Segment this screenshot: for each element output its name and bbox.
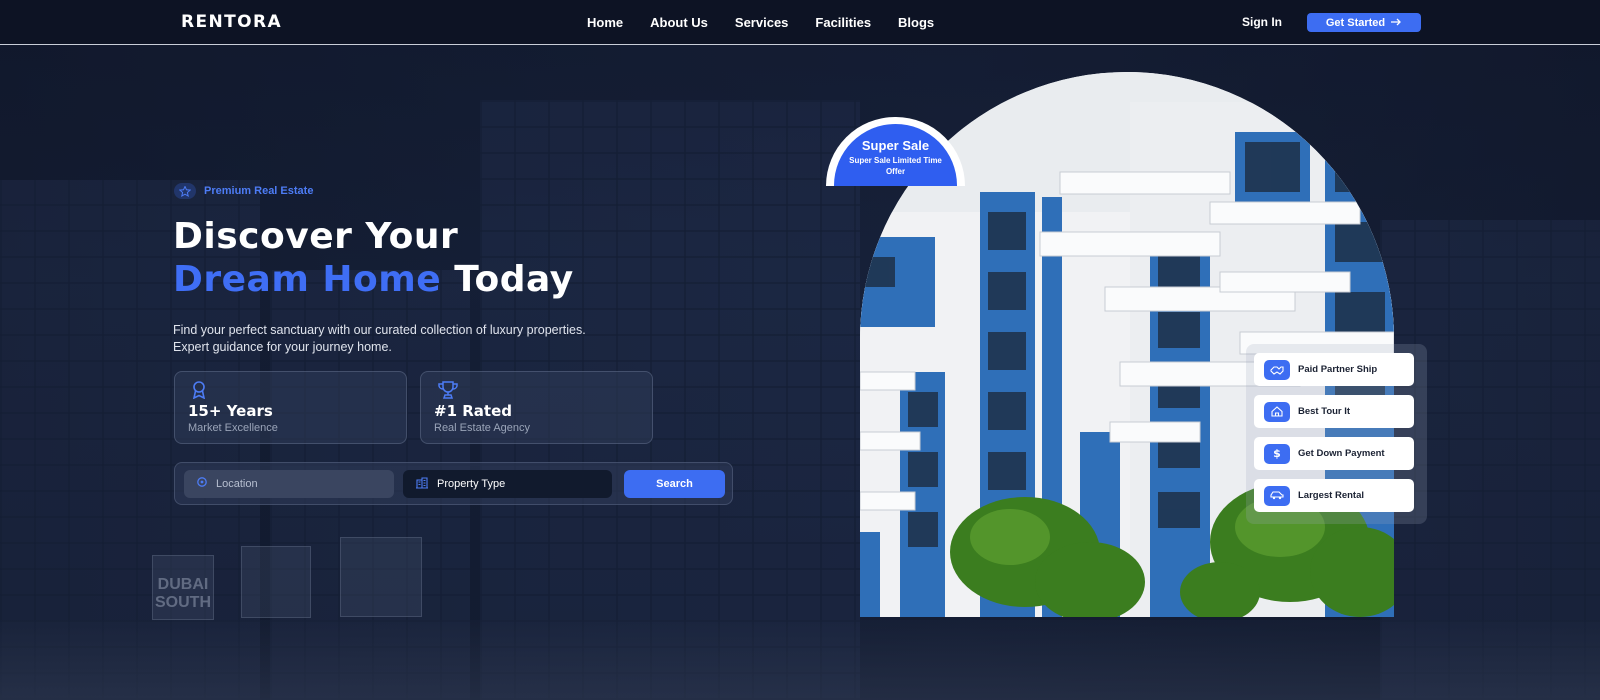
nav-link-facilities[interactable]: Facilities <box>815 15 871 30</box>
hero-title-accent: Dream Home <box>173 259 442 300</box>
nav-link-about-us[interactable]: About Us <box>650 15 708 30</box>
stat-value: #1 Rated <box>434 402 512 420</box>
trophy-icon <box>437 381 459 403</box>
car-icon <box>1264 485 1290 506</box>
hero-subtitle-line1: Find your perfect sanctuary with our cur… <box>173 323 586 337</box>
hero-badge: Premium Real Estate <box>174 183 313 199</box>
sale-subtitle: Super Sale Limited Time Offer <box>849 156 942 176</box>
nav-link-blogs[interactable]: Blogs <box>898 15 934 30</box>
search-button[interactable]: Search <box>624 470 725 498</box>
hero-subtitle-line2: Expert guidance for your journey home. <box>173 340 392 354</box>
dollar-icon: $ <box>1264 443 1290 464</box>
hero-title-line1: Discover Your <box>173 216 459 257</box>
stat-value: 15+ Years <box>188 402 273 420</box>
super-sale-badge[interactable]: Super Sale Super Sale Limited Time Offer <box>826 117 965 186</box>
location-field[interactable] <box>184 470 394 498</box>
property-type-select[interactable]: Property Type <box>403 470 612 498</box>
feature-label: Get Down Payment <box>1298 448 1385 459</box>
feature-item-partnership[interactable]: Paid Partner Ship <box>1254 353 1414 386</box>
hero-title-rest: Today <box>454 259 574 300</box>
stat-card-rated: #1 Rated Real Estate Agency <box>420 371 653 444</box>
handshake-icon <box>1264 359 1290 380</box>
star-icon <box>174 183 196 199</box>
top-navbar: RENTORA Home About Us Services Facilitie… <box>0 0 1600 45</box>
home-icon <box>1264 401 1290 422</box>
feature-item-down-payment[interactable]: $ Get Down Payment <box>1254 437 1414 470</box>
stat-label: Market Excellence <box>188 422 278 434</box>
bg-sign-dubai-south: DUBAI SOUTH <box>152 555 214 620</box>
award-ribbon-icon <box>191 381 207 403</box>
brand-logo[interactable]: RENTORA <box>181 12 282 32</box>
feature-label: Largest Rental <box>1298 490 1364 501</box>
building-icon <box>415 476 429 492</box>
get-started-button[interactable]: Get Started <box>1307 13 1421 32</box>
feature-label: Paid Partner Ship <box>1298 364 1378 375</box>
hero-title: Discover Your Dream Home Today <box>173 215 574 301</box>
hero-subtitle: Find your perfect sanctuary with our cur… <box>173 322 693 356</box>
stat-label: Real Estate Agency <box>434 422 531 434</box>
main-menu: Home About Us Services Facilities Blogs <box>587 15 934 30</box>
feature-item-rental[interactable]: Largest Rental <box>1254 479 1414 512</box>
sale-title: Super Sale <box>861 138 930 153</box>
feature-label: Best Tour It <box>1298 406 1351 417</box>
nav-link-home[interactable]: Home <box>587 15 623 30</box>
get-started-label: Get Started <box>1325 16 1386 29</box>
property-search-bar: Property Type Search <box>174 462 733 505</box>
arrow-right-icon <box>1391 17 1402 29</box>
feature-list-panel: Paid Partner Ship Best Tour It $ Get Dow… <box>1246 344 1427 524</box>
sign-in-link[interactable]: Sign In <box>1242 15 1282 29</box>
feature-item-tour[interactable]: Best Tour It <box>1254 395 1414 428</box>
property-type-value: Property Type <box>437 478 506 490</box>
stat-card-years: 15+ Years Market Excellence <box>174 371 407 444</box>
map-pin-icon <box>196 476 208 492</box>
nav-link-services[interactable]: Services <box>735 15 789 30</box>
badge-label: Premium Real Estate <box>204 185 314 197</box>
location-input[interactable] <box>216 478 376 490</box>
